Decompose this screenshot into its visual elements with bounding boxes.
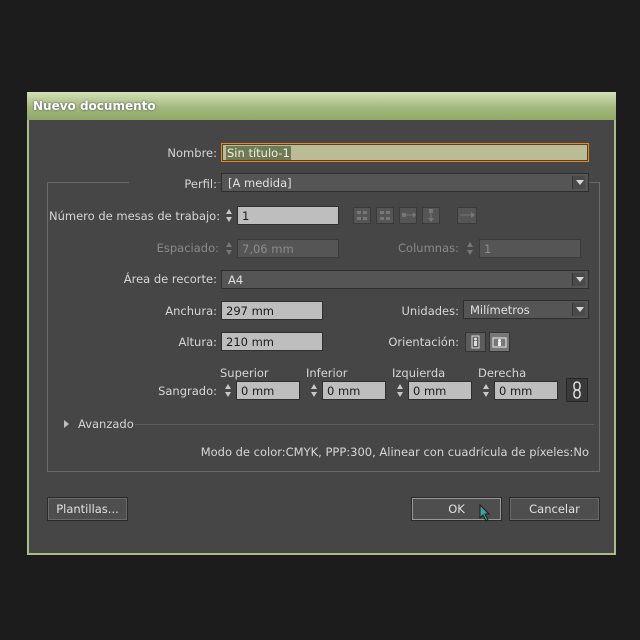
profile-select[interactable]: [A medida] bbox=[221, 173, 589, 192]
spacing-stepper[interactable] bbox=[223, 239, 236, 258]
document-info-text: Modo de color:CMYK, PPP:300, Alinear con… bbox=[200, 445, 589, 459]
columns-input[interactable]: 1 bbox=[479, 239, 581, 258]
arrow-down-icon bbox=[467, 250, 473, 255]
templates-button[interactable]: Plantillas... bbox=[47, 497, 128, 521]
spacing-input[interactable]: 7,06 mm bbox=[237, 239, 339, 258]
units-label: Unidades: bbox=[401, 304, 460, 318]
bleed-right-stepper[interactable] bbox=[480, 381, 493, 400]
arrow-down-icon bbox=[483, 392, 489, 397]
bleed-right-label: Derecha bbox=[478, 366, 527, 380]
cancel-button[interactable]: Cancelar bbox=[509, 497, 600, 521]
bleed-bottom-label: Inferior bbox=[306, 366, 348, 380]
bleed-left-input[interactable]: 0 mm bbox=[408, 381, 472, 400]
spacing-label: Espaciado: bbox=[156, 241, 219, 255]
height-label: Altura: bbox=[178, 335, 217, 349]
arrow-up-icon bbox=[311, 384, 317, 389]
size-select[interactable]: A4 bbox=[221, 270, 589, 289]
link-bleed-button[interactable] bbox=[566, 378, 588, 402]
orientation-label: Orientación: bbox=[388, 335, 459, 349]
bleed-top-input[interactable]: 0 mm bbox=[236, 381, 300, 400]
dialog-titlebar[interactable]: Nuevo documento bbox=[27, 92, 616, 120]
portrait-orientation-icon[interactable] bbox=[465, 332, 486, 352]
size-select-value: A4 bbox=[228, 273, 244, 287]
arrow-up-icon bbox=[226, 209, 232, 214]
right-to-left-icon[interactable] bbox=[457, 207, 477, 224]
name-input-value: Sin título-1 bbox=[226, 146, 291, 160]
columns-label: Columnas: bbox=[398, 241, 459, 255]
width-input[interactable]: 297 mm bbox=[221, 301, 323, 320]
arrow-down-icon bbox=[397, 392, 403, 397]
units-select-value: Milímetros bbox=[470, 303, 530, 317]
advanced-toggle[interactable]: Avanzado bbox=[78, 417, 134, 431]
bleed-bottom-stepper[interactable] bbox=[308, 381, 321, 400]
arrow-up-icon bbox=[225, 384, 231, 389]
columns-stepper[interactable] bbox=[464, 239, 477, 258]
arrow-down-icon bbox=[311, 392, 317, 397]
arrow-up-icon bbox=[397, 384, 403, 389]
arrow-up-icon bbox=[483, 384, 489, 389]
arrange-by-row-icon[interactable] bbox=[399, 207, 417, 224]
arrange-by-column-icon[interactable] bbox=[422, 207, 440, 224]
height-input[interactable]: 210 mm bbox=[221, 332, 323, 351]
new-document-dialog: Nuevo documento Nombre: Sin título-1 Per… bbox=[27, 92, 616, 555]
chain-link-icon bbox=[573, 381, 581, 399]
artboards-input[interactable]: 1 bbox=[237, 206, 339, 225]
mouse-cursor-icon bbox=[479, 504, 491, 522]
chevron-down-icon bbox=[572, 176, 585, 189]
units-select[interactable]: Milímetros bbox=[463, 300, 589, 319]
artboards-stepper[interactable] bbox=[223, 206, 236, 225]
arrow-up-icon bbox=[226, 242, 232, 247]
arrow-down-icon bbox=[226, 250, 232, 255]
bleed-bottom-input[interactable]: 0 mm bbox=[322, 381, 386, 400]
chevron-down-icon bbox=[572, 273, 585, 286]
arrow-down-icon bbox=[225, 392, 231, 397]
bleed-left-label: Izquierda bbox=[392, 366, 446, 380]
bleed-left-stepper[interactable] bbox=[394, 381, 407, 400]
grid-by-column-icon[interactable] bbox=[376, 207, 394, 224]
size-label: Área de recorte: bbox=[123, 272, 217, 286]
dialog-title: Nuevo documento bbox=[33, 99, 156, 113]
name-input[interactable]: Sin título-1 bbox=[221, 143, 589, 162]
bleed-right-input[interactable]: 0 mm bbox=[494, 381, 558, 400]
bleed-label: Sangrado: bbox=[158, 384, 217, 398]
artboards-label: Número de mesas de trabajo: bbox=[49, 209, 221, 223]
arrow-down-icon bbox=[226, 217, 232, 222]
grid-by-row-icon[interactable] bbox=[353, 207, 371, 224]
expand-triangle-icon[interactable] bbox=[64, 420, 69, 428]
bleed-top-label: Superior bbox=[220, 366, 269, 380]
name-label: Nombre: bbox=[167, 146, 217, 160]
width-label: Anchura: bbox=[165, 304, 217, 318]
landscape-orientation-icon[interactable] bbox=[489, 332, 510, 352]
advanced-separator bbox=[135, 424, 594, 425]
profile-label: Perfil: bbox=[129, 177, 217, 191]
bleed-top-stepper[interactable] bbox=[222, 381, 235, 400]
profile-select-value: [A medida] bbox=[228, 176, 292, 190]
arrow-up-icon bbox=[467, 242, 473, 247]
chevron-down-icon bbox=[572, 303, 585, 316]
